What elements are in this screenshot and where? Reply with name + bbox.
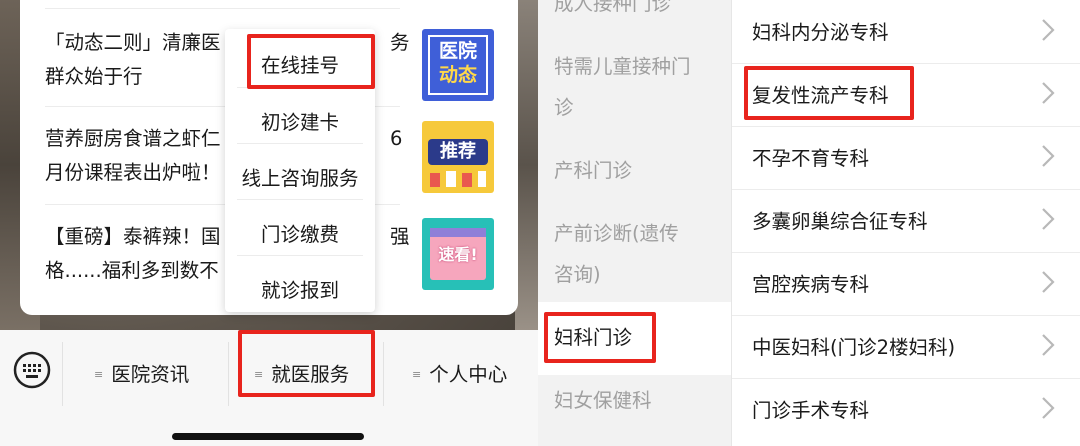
menu-item-check-in[interactable]: 就诊报到 [225,274,375,303]
article-title-tail: 务 [390,31,410,54]
chevron-right-icon [1042,82,1055,104]
category-item-prenatal-diagnosis[interactable]: 产前诊断(遗传 [554,214,679,254]
article-thumbnail[interactable]: 速看! [422,218,494,290]
wechat-account-panel: 「动态二则」清廉医务 群众始于行 营养厨房食谱之虾仁 6 月份课程表出炉啦！ 【重… [0,0,538,446]
category-item-label-continued: 咨询) [554,263,601,286]
specialty-label: 门诊手术专科 [752,399,870,422]
chevron-right-icon [1042,271,1055,293]
article-thumbnail[interactable]: 医院 动态 [422,29,494,101]
divider [45,8,400,9]
chevron-right-icon [1042,145,1055,167]
thumb-label: 医院 [438,40,477,62]
highlight-box [744,66,914,120]
specialty-label: 妇科内分泌专科 [752,21,889,44]
menu-item-first-visit-card[interactable]: 初诊建卡 [225,106,375,135]
home-indicator [172,433,364,440]
divider [237,143,363,144]
article-title-tail: 6 [390,127,403,150]
thumb-window-bar [430,228,486,237]
category-item-adult-vaccination[interactable]: 成人接种门诊 [554,0,671,24]
thumb-label: 速看! [438,245,478,264]
divider [237,199,363,200]
menu-lines-icon: ≡ [412,368,422,381]
list-item[interactable]: 不孕不育专科 [732,126,1080,190]
category-item-womens-health[interactable]: 妇女保健科 [554,381,652,421]
article-thumbnail[interactable]: 推荐 [422,121,494,193]
divider [228,342,229,406]
thumb-label: 推荐 [440,141,476,162]
specialty-label: 中医妇科(门诊2楼妇科) [752,336,956,359]
list-item[interactable]: 门诊手术专科 [732,378,1080,441]
list-item[interactable]: 妇科内分泌专科 [732,0,1080,64]
specialty-label: 不孕不育专科 [752,147,870,170]
specialty-label: 多囊卵巢综合征专科 [752,210,928,233]
list-item[interactable]: 宫腔疾病专科 [732,252,1080,316]
chevron-right-icon [1042,397,1055,419]
article-title-tail: 强 [390,225,410,248]
highlight-box [247,34,375,89]
article-title-line: 营养厨房食谱之虾仁 [45,127,221,150]
menu-item-outpatient-payment[interactable]: 门诊缴费 [225,218,375,247]
keyboard-icon[interactable] [12,350,52,390]
category-item-special-child-vaccination[interactable]: 特需儿童接种门 [554,47,691,87]
category-item-obstetrics[interactable]: 产科门诊 [554,151,632,191]
tab-hospital-news[interactable]: ≡ 医院资讯 [94,358,189,387]
thumbs-up-icon [430,171,486,187]
divider [62,342,63,406]
chevron-right-icon [1042,19,1055,41]
specialty-label: 宫腔疾病专科 [752,273,870,296]
menu-item-online-consultation[interactable]: 线上咨询服务 [225,162,375,191]
article-title-line: 「动态二则」清廉医 [45,31,221,54]
background-photo [515,0,538,330]
highlight-box [238,330,375,397]
thumb-label: 动态 [438,64,477,86]
category-item-label-continued: 诊 [554,96,574,119]
list-item[interactable]: 多囊卵巢综合征专科 [732,189,1080,253]
specialty-list: 妇科内分泌专科 复发性流产专科 不孕不育专科 多囊卵巢综合征专科 宫腔疾病专科 … [731,0,1080,446]
divider [237,255,363,256]
chevron-right-icon [1042,208,1055,230]
chevron-right-icon [1042,334,1055,356]
tab-label: 个人中心 [429,363,508,386]
list-item[interactable]: 中医妇科(门诊2楼妇科) [732,315,1080,379]
department-category-list: 成人接种门诊 特需儿童接种门 诊 产科门诊 产前诊断(遗传 咨询) 妇科门诊 妇… [538,0,731,446]
highlight-box [544,312,656,363]
tab-personal-center[interactable]: ≡ 个人中心 [412,358,507,387]
divider [383,342,384,406]
tab-label: 医院资讯 [111,363,190,386]
article-title-line: 【重磅】泰裤辣！国 [45,225,221,248]
menu-lines-icon: ≡ [94,368,104,381]
